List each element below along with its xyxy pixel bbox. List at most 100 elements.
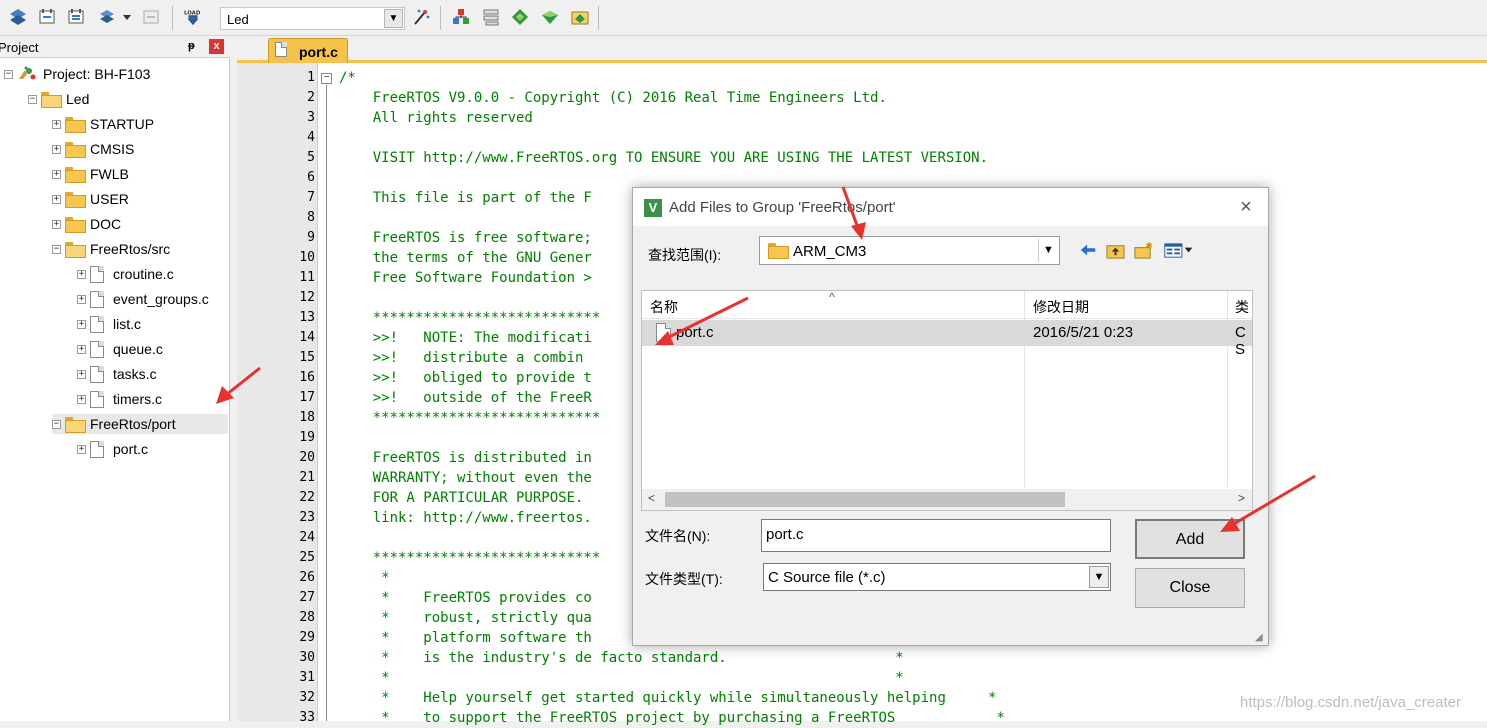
scroll-thumb[interactable] <box>665 492 1065 507</box>
pin-icon[interactable]: ᵽ <box>188 40 195 52</box>
tree-node-file[interactable]: + port.c <box>77 439 148 459</box>
file-icon <box>90 340 104 358</box>
chevron-down-icon[interactable]: ▼ <box>384 9 403 28</box>
close-button[interactable]: Close <box>1135 568 1245 608</box>
look-in-select[interactable]: ARM_CM3 ▼ <box>759 236 1060 265</box>
tree-node-file[interactable]: + tasks.c <box>77 364 157 384</box>
collapse-icon[interactable]: − <box>28 94 37 104</box>
translate-icon[interactable] <box>8 7 28 27</box>
dropdown-arrow-icon[interactable] <box>122 7 132 27</box>
new-folder-icon[interactable]: ✱ <box>1132 239 1154 261</box>
line-number: 21 <box>299 470 315 485</box>
chevron-down-icon[interactable]: ▼ <box>1089 566 1109 588</box>
tree-label: Led <box>66 91 90 107</box>
load-icon[interactable]: LOAD <box>183 7 203 27</box>
filename-input[interactable] <box>766 526 1096 543</box>
expand-icon[interactable]: + <box>77 394 86 404</box>
tree-node-file[interactable]: + timers.c <box>77 389 162 409</box>
file-icon <box>90 265 104 283</box>
file-icon <box>90 365 104 383</box>
tree-node-file[interactable]: + croutine.c <box>77 264 174 284</box>
horizontal-scrollbar[interactable]: < > <box>642 489 1252 510</box>
expand-icon[interactable]: + <box>77 369 86 379</box>
chevron-down-icon[interactable]: ▼ <box>1038 239 1058 262</box>
run-time-env-icon[interactable] <box>570 7 590 27</box>
code-line: * robust, strictly qua <box>339 610 592 626</box>
code-line: * is the industry's de facto standard. * <box>339 650 904 666</box>
file-extensions-icon[interactable] <box>451 7 471 27</box>
tree-label: STARTUP <box>90 116 155 132</box>
tree-node-project[interactable]: − Project: BH-F103 <box>4 64 150 84</box>
back-arrow-icon[interactable] <box>1077 239 1099 261</box>
expand-icon[interactable]: + <box>52 194 61 204</box>
line-number: 8 <box>307 210 315 225</box>
folder-icon <box>65 167 86 183</box>
view-menu-icon[interactable] <box>1162 239 1198 261</box>
expand-icon[interactable]: + <box>77 444 86 454</box>
expand-icon[interactable]: + <box>77 294 86 304</box>
pack-installer-icon[interactable] <box>510 7 530 27</box>
target-options-icon[interactable] <box>411 7 431 27</box>
tab-port-c[interactable]: port.c <box>268 38 348 63</box>
tree-node-file[interactable]: + list.c <box>77 314 141 334</box>
line-number: 4 <box>307 130 315 145</box>
filename-field[interactable] <box>761 519 1111 552</box>
line-number: 1 <box>307 70 315 85</box>
expand-icon[interactable]: + <box>77 269 86 279</box>
line-number: 7 <box>307 190 315 205</box>
column-header-date[interactable]: 修改日期 <box>1033 297 1089 317</box>
resize-grip-icon[interactable]: ◢ <box>1255 632 1267 644</box>
build-icon[interactable] <box>37 7 57 27</box>
expand-icon[interactable]: + <box>77 344 86 354</box>
keil-app-icon: V <box>644 199 662 217</box>
column-header-name[interactable]: 名称 <box>650 297 678 317</box>
line-number: 28 <box>299 610 315 625</box>
manage-components-icon[interactable] <box>481 7 501 27</box>
collapse-icon[interactable]: − <box>4 69 13 79</box>
expand-icon[interactable]: + <box>52 219 61 229</box>
tree-node-group[interactable]: + CMSIS <box>52 139 134 159</box>
line-number: 33 <box>299 710 315 725</box>
close-icon[interactable]: × <box>1234 196 1258 220</box>
list-item[interactable]: port.c 2016/5/21 0:23 C S <box>642 320 1252 358</box>
line-number: 3 <box>307 110 315 125</box>
tree-node-group[interactable]: + FWLB <box>52 164 129 184</box>
code-line: Free Software Foundation > <box>339 270 592 286</box>
add-button[interactable]: Add <box>1135 519 1245 559</box>
tree-node-target[interactable]: − Led <box>28 89 89 109</box>
code-line: * Help yourself get started quickly whil… <box>339 690 997 706</box>
rebuild-icon[interactable] <box>66 7 86 27</box>
collapse-icon[interactable]: − <box>52 419 61 429</box>
expand-icon[interactable]: + <box>52 144 61 154</box>
target-select[interactable]: Led ▼ <box>220 7 405 30</box>
tree-node-group-selected[interactable]: − FreeRtos/port <box>52 414 228 434</box>
expand-icon[interactable]: + <box>52 119 61 129</box>
code-line: FreeRTOS is distributed in <box>339 450 592 466</box>
tree-node-file[interactable]: + event_groups.c <box>77 289 209 309</box>
tree-node-group[interactable]: + USER <box>52 189 129 209</box>
expand-icon[interactable]: + <box>77 319 86 329</box>
code-line: VISIT http://www.FreeRTOS.org TO ENSURE … <box>339 150 989 166</box>
tree-node-file[interactable]: + queue.c <box>77 339 163 359</box>
up-folder-icon[interactable] <box>1104 239 1126 261</box>
fold-toggle-icon[interactable]: − <box>321 73 332 84</box>
expand-icon[interactable]: + <box>52 169 61 179</box>
scroll-left-icon[interactable]: < <box>648 491 655 505</box>
file-list[interactable]: ^ 名称 修改日期 类 port.c 2016/5/21 0:23 C S < … <box>641 290 1253 511</box>
column-header-type[interactable]: 类 <box>1235 297 1249 317</box>
stop-build-icon[interactable] <box>141 7 161 27</box>
close-icon[interactable]: x <box>209 39 224 54</box>
line-number: 26 <box>299 570 315 585</box>
file-type: C S <box>1235 324 1246 358</box>
tree-node-group[interactable]: − FreeRtos/src <box>52 239 170 259</box>
code-line: All rights reserved <box>339 110 533 126</box>
line-number: 17 <box>299 390 315 405</box>
tree-node-group[interactable]: + DOC <box>52 214 121 234</box>
batch-build-icon[interactable] <box>97 7 117 27</box>
select-packs-icon[interactable] <box>540 7 560 27</box>
scroll-right-icon[interactable]: > <box>1238 491 1245 505</box>
tree-node-group[interactable]: + STARTUP <box>52 114 154 134</box>
line-number: 23 <box>299 510 315 525</box>
filetype-select[interactable]: C Source file (*.c) ▼ <box>763 563 1111 591</box>
collapse-icon[interactable]: − <box>52 244 61 254</box>
